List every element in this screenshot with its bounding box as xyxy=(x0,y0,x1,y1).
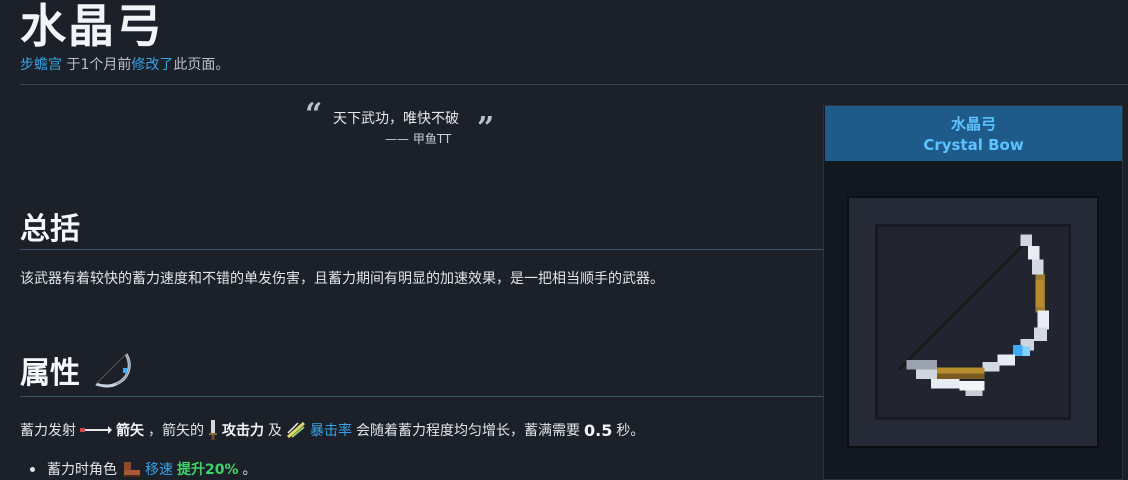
quote-close-mark: ” xyxy=(477,111,495,146)
quote-source: —— 甲鱼TT xyxy=(385,132,452,146)
infobox: 水晶弓 Crystal Bow xyxy=(823,105,1123,480)
attr-text-5: 秒。 xyxy=(616,423,645,439)
speed-boost: 提升20% xyxy=(177,462,239,478)
boot-icon xyxy=(123,462,140,477)
modified-link[interactable]: 修改了 xyxy=(131,57,173,73)
crit-icon xyxy=(287,421,305,439)
item-image-inner xyxy=(875,224,1071,420)
attr-text-4: 会随着蓄力程度均匀增长，蓄满需要 xyxy=(356,423,580,439)
crystal-bow-icon xyxy=(95,353,131,388)
quote-open-mark: “ xyxy=(305,97,323,132)
meta-suffix: 此页面。 xyxy=(173,57,230,73)
arrow-label: 箭矢 xyxy=(116,423,144,439)
page-meta: 步蟾宫 于1个月前修改了此页面。 xyxy=(20,54,229,74)
list-item-suffix: 。 xyxy=(242,462,257,478)
attributes-heading: 属性 xyxy=(20,356,80,391)
overview-text: 该武器有着较快的蓄力速度和不错的单发伤害，且蓄力期间有明显的加速效果，是一把相当… xyxy=(20,271,664,287)
item-image-frame xyxy=(847,196,1099,448)
infobox-header: 水晶弓 Crystal Bow xyxy=(825,106,1122,161)
attributes-line: 蓄力发射 箭矢 ，箭矢的 攻击力 及 暴击率 会随着蓄力程度均匀增长，蓄满需要 … xyxy=(20,420,644,440)
attr-text-3: 及 xyxy=(268,423,282,439)
bullet xyxy=(30,466,35,472)
attr-text-2: ，箭矢的 xyxy=(148,423,204,439)
attributes-divider xyxy=(20,396,823,397)
list-item-prefix: 蓄力时角色 xyxy=(47,462,117,478)
title-divider xyxy=(20,84,1128,85)
overview-heading: 总括 xyxy=(20,212,80,247)
overview-divider xyxy=(20,249,823,250)
attack-label: 攻击力 xyxy=(222,423,264,439)
attr-text-1: 蓄力发射 xyxy=(20,423,76,439)
page-title: 水晶弓 xyxy=(20,0,164,53)
author-link[interactable]: 步蟾宫 xyxy=(20,57,62,73)
sword-icon xyxy=(209,420,217,440)
crit-link[interactable]: 暴击率 xyxy=(310,420,352,440)
charge-seconds: 0.5 xyxy=(584,420,613,440)
quote-text: 天下武功，唯快不破 xyxy=(333,111,459,127)
meta-time: 于1个月前 xyxy=(62,57,132,73)
quote-block: “ 天下武功，唯快不破 ” —— 甲鱼TT xyxy=(305,100,505,150)
infobox-subtitle: Crystal Bow xyxy=(923,136,1024,154)
infobox-title: 水晶弓 xyxy=(950,115,996,133)
crystal-bow-icon xyxy=(897,234,1049,397)
list-item: 蓄力时角色 移速 提升20%。 xyxy=(30,459,257,479)
arrow-icon xyxy=(80,426,112,434)
speed-link[interactable]: 移速 xyxy=(145,459,173,479)
